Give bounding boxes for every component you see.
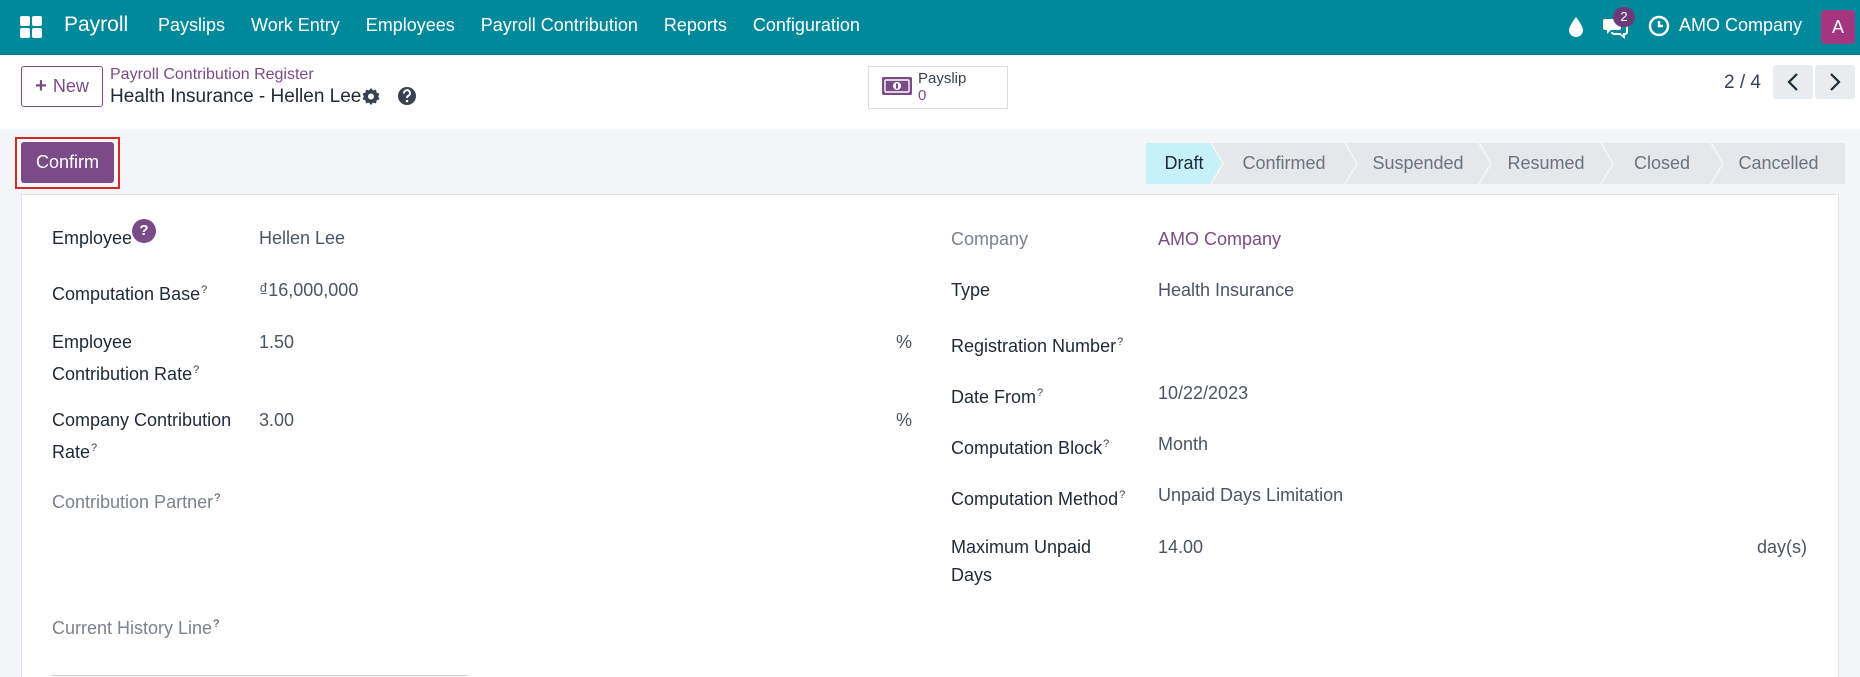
pager-next-button[interactable] <box>1815 65 1855 99</box>
plus-icon: + <box>35 75 47 97</box>
pager-previous-button[interactable] <box>1773 65 1813 99</box>
help-icon[interactable] <box>397 86 417 106</box>
computation-block-field[interactable]: Month <box>1158 430 1208 458</box>
money-bill-icon <box>882 77 912 95</box>
new-button-label: New <box>52 76 89 96</box>
menu-configuration[interactable]: Configuration <box>753 15 860 36</box>
form-sheet <box>21 194 1839 677</box>
stage-suspended[interactable]: Suspended <box>1346 143 1490 184</box>
computation-block-label: Computation Block? <box>951 438 1110 458</box>
payslip-label: Payslip <box>918 70 967 87</box>
employee-rate-label: Employee Contribution Rate? <box>52 332 200 384</box>
payslip-smart-button[interactable]: Payslip 0 <box>868 66 1008 109</box>
company-rate-label: Company Contribution Rate? <box>52 410 232 462</box>
user-avatar[interactable]: A <box>1821 10 1855 44</box>
company-rate-percent: % <box>896 410 913 430</box>
control-panel: + New Payroll Contribution Register Heal… <box>0 55 1860 130</box>
type-field[interactable]: Health Insurance <box>1158 276 1294 304</box>
employee-rate-field[interactable]: 1.50 <box>259 328 294 356</box>
current-history-line-label: Current History Line? <box>52 618 220 638</box>
company-field-link[interactable]: AMO Company <box>1158 225 1281 253</box>
water-drop-icon[interactable] <box>1567 16 1585 38</box>
days-unit: day(s) <box>1757 537 1808 557</box>
employee-rate-percent: % <box>896 332 913 352</box>
company-label: Company <box>951 229 1029 249</box>
status-stages: Draft Confirmed Suspended Resumed Closed… <box>1146 143 1845 184</box>
computation-method-field[interactable]: Unpaid Days Limitation <box>1158 481 1343 509</box>
breadcrumb-parent[interactable]: Payroll Contribution Register <box>110 66 314 84</box>
stage-confirmed[interactable]: Confirmed <box>1212 143 1356 184</box>
date-from-label: Date From? <box>951 387 1044 407</box>
maximum-unpaid-days-label: Maximum Unpaid Days <box>951 537 1092 585</box>
computation-base-label: Computation Base? <box>52 284 208 304</box>
registration-number-label: Registration Number? <box>951 336 1124 356</box>
stage-resumed[interactable]: Resumed <box>1480 143 1612 184</box>
app-brand[interactable]: Payroll <box>64 13 128 37</box>
stage-cancelled[interactable]: Cancelled <box>1712 143 1845 184</box>
computation-method-label: Computation Method? <box>951 489 1126 509</box>
computation-base-field[interactable]: ₫16,000,000 <box>259 276 358 304</box>
menu-work-entry[interactable]: Work Entry <box>251 15 340 36</box>
date-from-field[interactable]: 10/22/2023 <box>1158 379 1248 407</box>
maximum-unpaid-days-field[interactable]: 14.00 <box>1158 533 1203 561</box>
gear-icon[interactable] <box>361 87 381 107</box>
new-button[interactable]: + New <box>21 66 103 107</box>
company-switcher[interactable]: AMO Company <box>1679 15 1802 36</box>
clock-icon[interactable] <box>1648 15 1670 37</box>
pager-value: 2 / 4 <box>1724 72 1761 93</box>
top-navbar: Payroll Payslips Work Entry Employees Pa… <box>0 0 1860 55</box>
status-bar: Confirm Draft Confirmed Suspended Resume… <box>0 129 1860 194</box>
main-menu: Payslips Work Entry Employees Payroll Co… <box>158 15 886 36</box>
employee-help-badge[interactable]: ? <box>132 219 156 243</box>
chevron-right-icon <box>1830 73 1841 91</box>
apps-grid-icon[interactable] <box>20 16 42 38</box>
menu-payslips[interactable]: Payslips <box>158 15 225 36</box>
history-line-input-underline[interactable] <box>52 675 467 676</box>
company-rate-field[interactable]: 3.00 <box>259 406 294 434</box>
contribution-partner-label: Contribution Partner? <box>52 492 221 512</box>
type-label: Type <box>951 280 991 300</box>
chat-count-badge: 2 <box>1613 7 1635 27</box>
record-title: Health Insurance - Hellen Lee <box>110 86 362 107</box>
menu-reports[interactable]: Reports <box>664 15 727 36</box>
confirm-button[interactable]: Confirm <box>21 142 114 183</box>
employee-field[interactable]: Hellen Lee <box>259 224 345 252</box>
payslip-count: 0 <box>918 87 927 104</box>
menu-employees[interactable]: Employees <box>366 15 455 36</box>
stage-closed[interactable]: Closed <box>1602 143 1722 184</box>
menu-payroll-contribution[interactable]: Payroll Contribution <box>481 15 638 36</box>
stage-draft[interactable]: Draft <box>1146 143 1222 184</box>
employee-label: Employee <box>52 228 133 248</box>
chevron-left-icon <box>1787 73 1798 91</box>
